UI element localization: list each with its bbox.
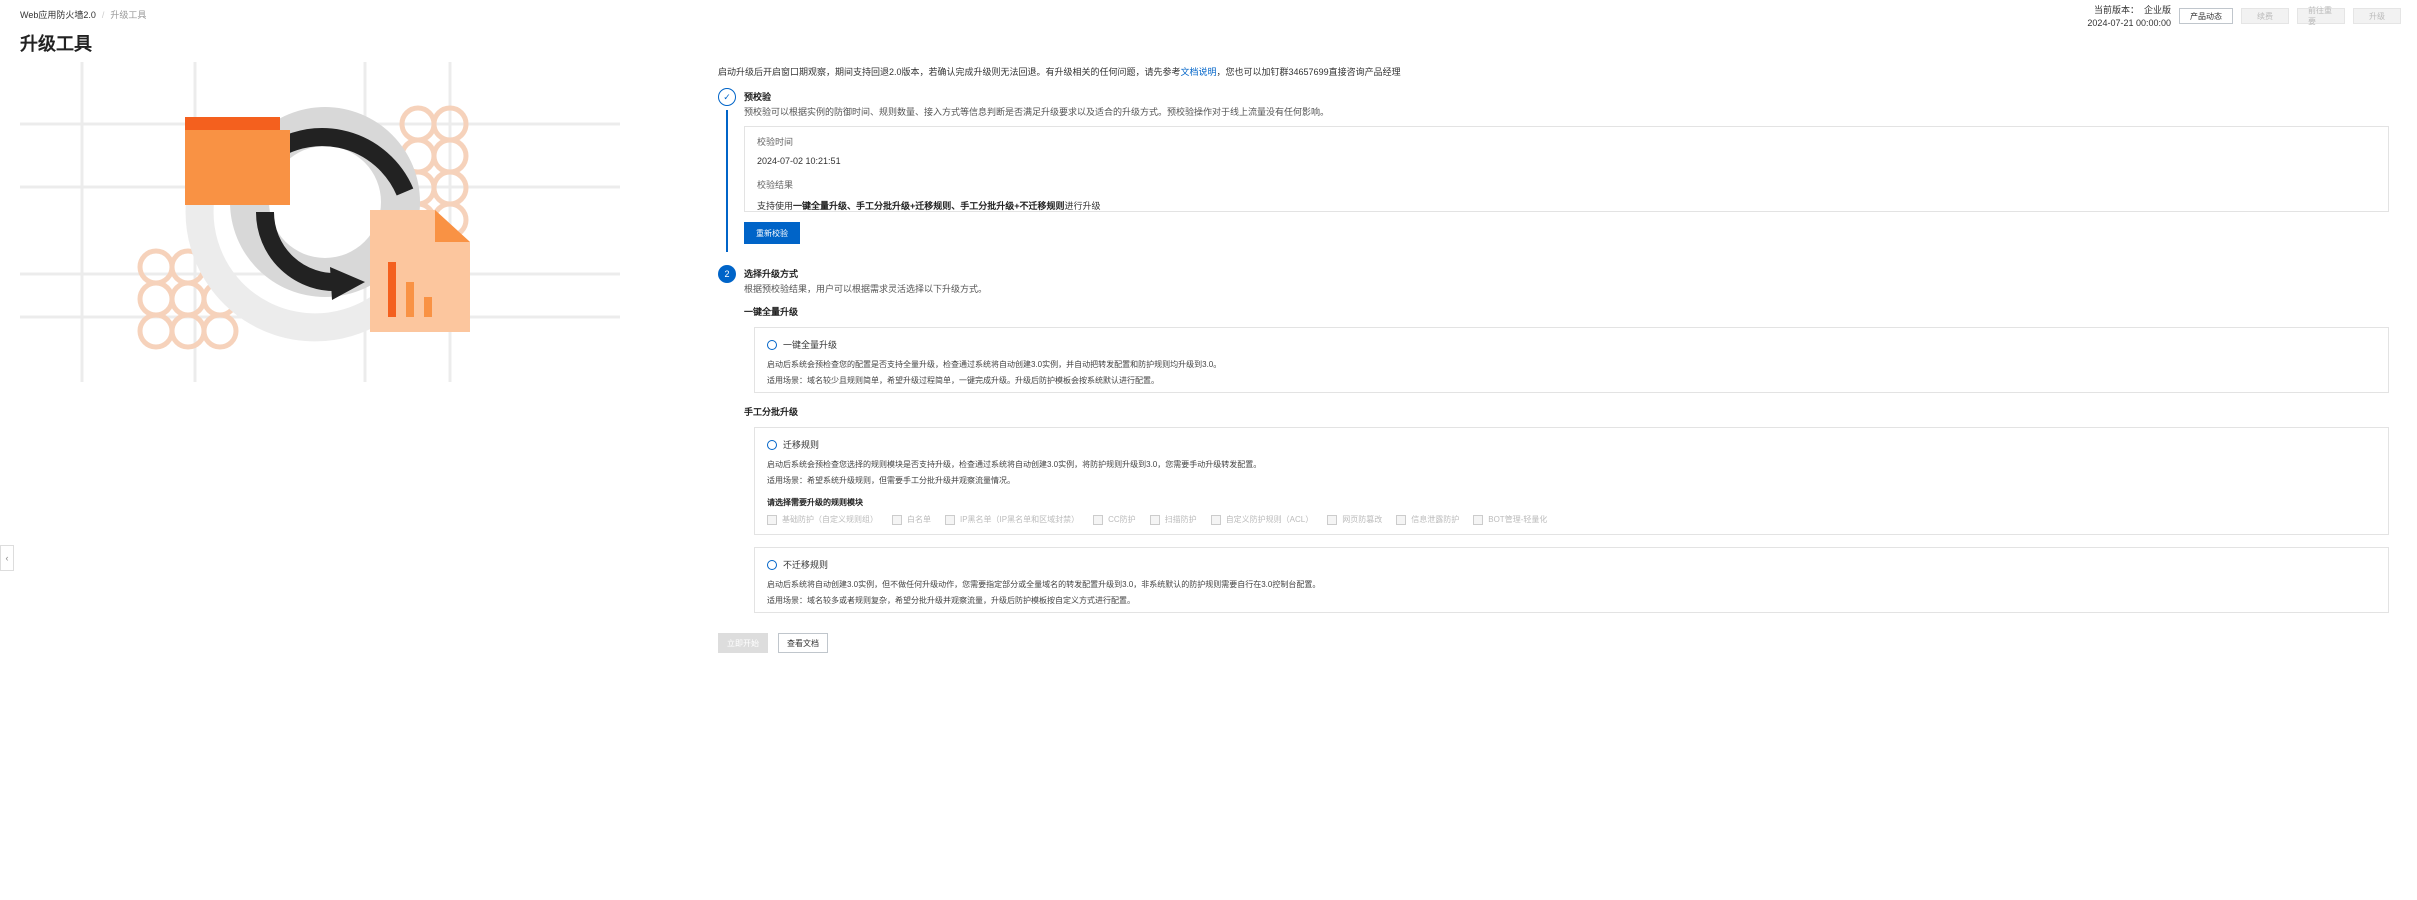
module-checkbox[interactable]: BOT管理-轻量化 [1473,514,1547,525]
collapse-toggle[interactable]: ‹ [0,545,14,571]
module-checkbox[interactable]: 网页防篡改 [1327,514,1382,525]
result-suffix: 进行升级 [1064,201,1101,211]
expire-date: 2024-07-21 00:00:00 [2087,18,2171,28]
checkbox-box[interactable] [767,514,777,525]
step-precheck: ✓ 预校验 预校验可以根据实例的防御时间、规则数量、接入方式等信息判断是否满足升… [718,88,2417,288]
module-checkbox[interactable]: IP黑名单（IP黑名单和区域封禁） [945,514,1079,525]
step1-desc: 预校验可以根据实例的防御时间、规则数量、接入方式等信息判断是否满足升级要求以及适… [744,107,1330,117]
version-info: 当前版本： 企业版 2024-07-21 00:00:00 [2087,4,2171,30]
result-methods: 一键全量升级、手工分批升级+迁移规则、手工分批升级+不迁移规则 [793,201,1065,211]
module-checkbox[interactable]: 基础防护（自定义规则组） [767,514,878,525]
page-title: 升级工具 [20,34,92,54]
option-no-migrate[interactable]: 不迁移规则 启动后系统将自动创建3.0实例，但不做任何升级动作，您需要指定部分或… [754,547,2389,613]
option-migrate-rules[interactable]: 迁移规则 启动后系统会预检查您选择的规则模块是否支持升级，检查通过系统将自动创建… [754,427,2389,535]
checkbox-box[interactable] [1396,514,1407,525]
page: Web应用防火墙2.0 / 升级工具 升级工具 当前版本： 企业版 2024-0… [0,0,2417,900]
breadcrumb-separator: / [101,9,105,20]
upgrade-illustration [20,62,620,382]
renew-button[interactable]: 续费 [2241,8,2289,24]
view-docs-button[interactable]: 查看文档 [778,633,828,653]
module-label: 扫描防护 [1164,515,1197,524]
step2-desc: 根据预校验结果，用户可以根据需求灵活选择以下升级方式。 [744,284,988,294]
option-a-scenario: 适用场景：域名较少且规则简单，希望升级过程简单，一键完成升级。升级后防护模板会按… [767,376,1159,385]
module-checkbox[interactable]: 扫描防护 [1149,514,1197,525]
option-b-desc: 启动后系统会预检查您选择的规则模块是否支持升级，检查通过系统将自动创建3.0实例… [767,460,1262,469]
recheck-button[interactable]: 重新校验 [744,222,800,244]
module-label: 白名单 [907,515,931,524]
module-label: 自定义防护规则（ACL） [1225,515,1314,524]
option-b-label: 迁移规则 [783,440,820,450]
intro-before: 启动升级后开启窗口期观察，期间支持回退2.0版本，若确认完成升级则无法回退。有升… [718,67,1181,77]
step2-number: 2 [718,265,736,283]
option-c-desc: 启动后系统将自动创建3.0实例，但不做任何升级动作，您需要指定部分或全量域名的转… [767,580,1321,589]
option-a-label: 一键全量升级 [783,340,838,350]
checkbox-box[interactable] [892,514,902,525]
module-label: BOT管理-轻量化 [1488,515,1548,524]
version-label: 当前版本： [2093,5,2139,15]
intro-text: 启动升级后开启窗口期观察，期间支持回退2.0版本，若确认完成升级则无法回退。有升… [718,60,2417,84]
module-label: 网页防篡改 [1342,515,1383,524]
main-content: 启动升级后开启窗口期观察，期间支持回退2.0版本，若确认完成升级则无法回退。有升… [718,60,2417,613]
secondary-button[interactable]: 前往重要 [2297,6,2345,26]
intro-after: ，您也可以加钉群34657699直接咨询产品经理 [1216,67,1401,77]
header-actions: 当前版本： 企业版 2024-07-21 00:00:00 产品动态 续费 前往… [2087,4,2401,30]
checkbox-box[interactable] [1327,514,1338,525]
check-time-label: 校验时间 [757,137,794,147]
section-manual-upgrade: 手工分批升级 [744,407,799,417]
check-result-value: 支持使用一键全量升级、手工分批升级+迁移规则、手工分批升级+不迁移规则进行升级 [757,199,2376,212]
start-now-button[interactable]: 立即开始 [718,633,768,653]
module-select-label: 请选择需要升级的规则模块 [767,498,863,507]
breadcrumb-current: 升级工具 [110,10,147,20]
checkbox-box[interactable] [1093,514,1104,525]
checkbox-box[interactable] [1149,514,1160,525]
check-icon: ✓ [718,88,736,106]
breadcrumb-parent[interactable]: Web应用防火墙2.0 [20,8,96,21]
footer-actions: 立即开始 查看文档 [718,633,828,653]
chevron-left-icon: ‹ [5,553,9,563]
module-label: 信息泄露防护 [1411,515,1460,524]
check-result-label: 校验结果 [757,180,794,190]
breadcrumb: Web应用防火墙2.0 / 升级工具 [20,8,146,21]
result-prefix: 支持使用 [757,201,794,211]
docs-link[interactable]: 文档说明 [1181,67,1217,77]
module-checkbox[interactable]: 信息泄露防护 [1396,514,1459,525]
module-label: CC防护 [1108,515,1136,524]
precheck-result-card: 校验时间 2024-07-02 10:21:51 校验结果 支持使用一键全量升级… [744,126,2389,212]
checkbox-box[interactable] [945,514,955,525]
step2-title: 选择升级方式 [744,269,799,279]
option-c-scenario: 适用场景：域名较多或者规则复杂，希望分批升级并观察流量，升级后防护模板按自定义方… [767,596,1135,605]
upgrade-button[interactable]: 升级 [2353,8,2401,24]
version-value: 企业版 [2143,5,2171,15]
module-checkbox-list: 基础防护（自定义规则组） 白名单 IP黑名单（IP黑名单和区域封禁） CC防护 … [767,514,2376,525]
section-full-upgrade: 一键全量升级 [744,307,799,317]
option-c-label: 不迁移规则 [783,560,829,570]
step1-title: 预校验 [744,92,772,102]
radio-migrate-rules[interactable] [767,439,777,450]
module-checkbox[interactable]: CC防护 [1093,514,1136,525]
option-b-scenario: 适用场景：希望系统升级规则，但需要手工分批升级并观察流量情况。 [767,476,1015,485]
module-checkbox[interactable]: 白名单 [892,514,931,525]
module-label: IP黑名单（IP黑名单和区域封禁） [960,515,1080,524]
option-full-upgrade[interactable]: 一键全量升级 启动后系统会预检查您的配置是否支持全量升级，检查通过系统将自动创建… [754,327,2389,393]
checkbox-box[interactable] [1210,514,1221,525]
module-label: 基础防护（自定义规则组） [782,515,878,524]
radio-no-migrate[interactable] [767,559,777,570]
radio-full-upgrade[interactable] [767,339,777,350]
checkbox-box[interactable] [1473,514,1484,525]
check-time-value: 2024-07-02 10:21:51 [757,156,841,166]
step-choose-method: 2 选择升级方式 根据预校验结果，用户可以根据需求灵活选择以下升级方式。 一键全… [718,265,2417,685]
step-connector [726,110,728,252]
option-a-desc: 启动后系统会预检查您的配置是否支持全量升级，检查通过系统将自动创建3.0实例，并… [767,360,1222,369]
product-news-button[interactable]: 产品动态 [2179,8,2233,24]
module-checkbox[interactable]: 自定义防护规则（ACL） [1210,514,1314,525]
